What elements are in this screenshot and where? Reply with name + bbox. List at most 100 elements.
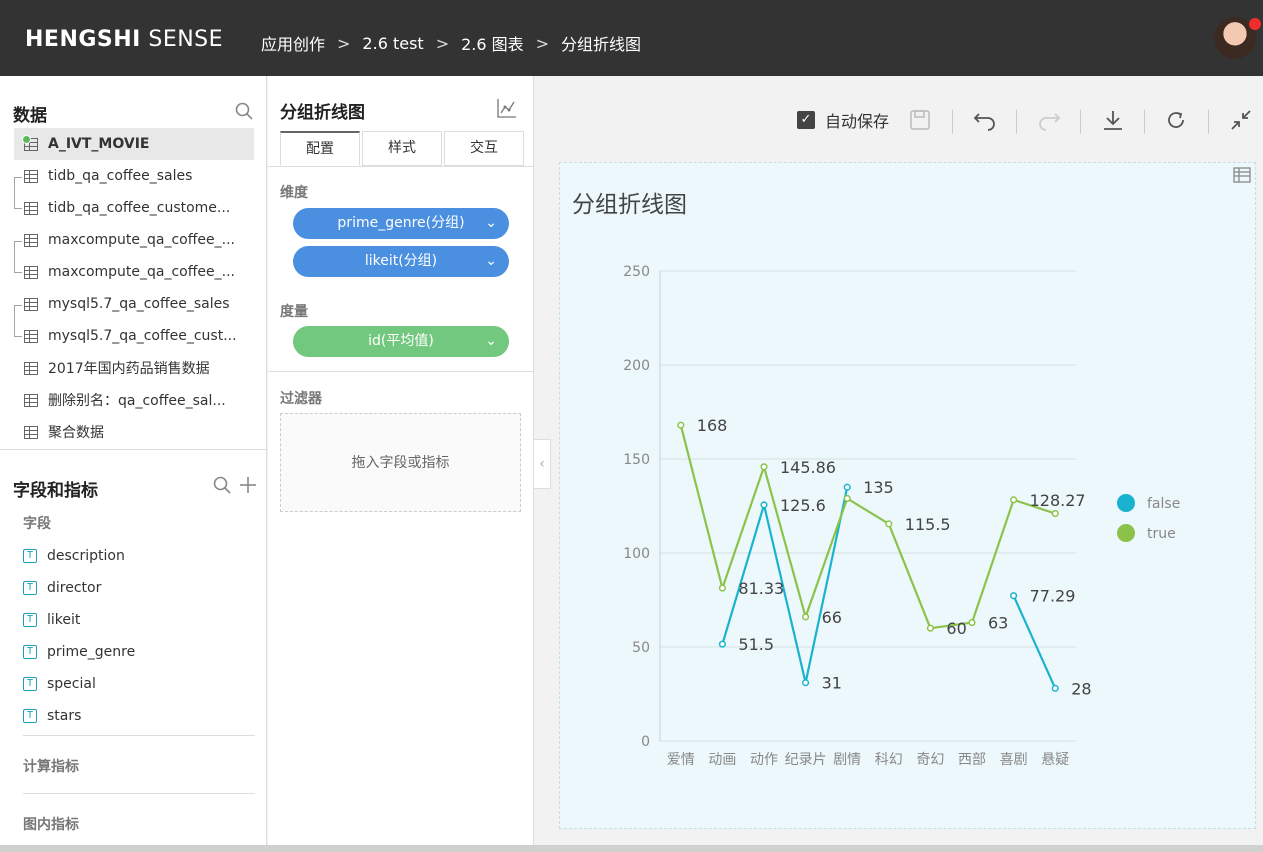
table-icon: [24, 233, 38, 247]
field-item[interactable]: Tdirector: [23, 580, 101, 596]
breadcrumb: 应用创作 > 2.6 test > 2.6 图表 > 分组折线图: [261, 31, 641, 55]
datasource-label: 2017年国内药品销售数据: [48, 361, 210, 377]
data-label: 125.6: [780, 496, 826, 515]
y-tick-label: 100: [623, 546, 650, 562]
notification-dot: [1249, 18, 1261, 30]
field-label: stars: [47, 708, 82, 724]
measure-pill[interactable]: id(平均值) ⌄: [293, 326, 509, 357]
data-point-true: [802, 613, 810, 621]
data-point-true: [968, 619, 976, 627]
datasource-item[interactable]: maxcompute_qa_coffee_...: [14, 256, 254, 288]
x-tick-label: 奇幻: [916, 751, 944, 768]
legend-marker-true: [1117, 524, 1135, 542]
data-point-true: [926, 624, 934, 632]
datasource-item[interactable]: tidb_qa_coffee_custome...: [14, 192, 254, 224]
collapse-panel-button[interactable]: ‹: [534, 439, 551, 489]
y-tick-label: 250: [623, 264, 650, 280]
chevron-down-icon[interactable]: ⌄: [485, 246, 497, 277]
field-item[interactable]: Tstars: [23, 708, 81, 724]
collapse-icon[interactable]: [1230, 106, 1252, 134]
dimension-pill-label: likeit(分组): [364, 253, 438, 269]
autosave-toggle[interactable]: ✓ 自动保存: [797, 106, 889, 134]
chevron-down-icon[interactable]: ⌄: [485, 326, 497, 357]
x-tick-label: 纪录片: [785, 752, 827, 768]
table-icon: [24, 201, 38, 215]
datasource-item[interactable]: mysql5.7_qa_coffee_sales: [14, 288, 254, 320]
legend-marker-false: [1117, 494, 1135, 512]
chart-toolbar: ✓ 自动保存: [560, 96, 1263, 144]
dimension-pill[interactable]: likeit(分组) ⌄: [293, 246, 509, 277]
field-item[interactable]: Tspecial: [23, 676, 96, 692]
download-icon[interactable]: [1102, 106, 1124, 134]
data-label: 66: [822, 608, 842, 627]
data-label: 128.27: [1030, 491, 1086, 510]
checkbox-checked-icon[interactable]: ✓: [797, 111, 815, 129]
app-logo[interactable]: HENGSHI SENSE: [25, 27, 223, 52]
datasource-label: tidb_qa_coffee_sales: [48, 168, 193, 184]
inchart-metrics-title[interactable]: 图内指标: [23, 814, 79, 834]
x-tick-label: 悬疑: [1041, 752, 1069, 768]
datasource-item[interactable]: A_IVT_MOVIE: [14, 128, 254, 160]
data-label: 77.29: [1030, 587, 1076, 606]
chart-card[interactable]: 分组折线图 0 50 100 150 200 250 爱情 动画 动作 纪录片 剧情 科幻 奇幻 西部 喜剧…: [559, 162, 1256, 829]
datasource-label: tidb_qa_coffee_custome...: [48, 200, 231, 216]
field-item[interactable]: Tprime_genre: [23, 644, 135, 660]
datasource-label: maxcompute_qa_coffee_...: [48, 264, 235, 280]
toolbar-divider: [952, 110, 953, 134]
data-point-true: [760, 463, 768, 471]
datasource-item[interactable]: 聚合数据: [14, 416, 254, 448]
tab-style[interactable]: 样式: [362, 131, 442, 166]
tab-config[interactable]: 配置: [280, 131, 360, 166]
filter-drop-zone[interactable]: 拖入字段或指标: [280, 413, 521, 512]
toolbar-divider: [1144, 110, 1145, 134]
data-point-true: [1051, 509, 1059, 518]
section-divider: [268, 371, 534, 372]
chart-type-icon[interactable]: [496, 97, 518, 119]
data-label: 28: [1071, 679, 1091, 698]
search-icon[interactable]: [212, 475, 232, 495]
field-item[interactable]: Tlikeit: [23, 612, 80, 628]
section-divider: [23, 793, 255, 794]
field-label: prime_genre: [47, 644, 136, 660]
breadcrumb-separator: >: [337, 33, 351, 53]
save-icon[interactable]: [909, 106, 931, 134]
filter-label: 过滤器: [280, 391, 322, 407]
data-point-false: [802, 679, 810, 687]
breadcrumb-item[interactable]: 应用创作: [261, 31, 325, 55]
field-label: special: [47, 676, 96, 692]
calc-metrics-title[interactable]: 计算指标: [23, 756, 79, 776]
section-divider: [23, 735, 255, 736]
text-type-icon: T: [23, 581, 37, 595]
refresh-icon[interactable]: [1165, 106, 1187, 134]
field-item[interactable]: Tdescription: [23, 548, 125, 564]
add-icon[interactable]: [238, 475, 258, 495]
undo-icon[interactable]: [973, 106, 997, 134]
horizontal-scrollbar[interactable]: [0, 845, 1263, 852]
datasource-item[interactable]: 删除别名：qa_coffee_sal...: [14, 384, 254, 416]
line-chart[interactable]: 0 50 100 150 200 250 爱情 动画 动作 纪录片 剧情 科幻 奇幻 西部 喜剧 悬疑 168 5…: [560, 163, 1257, 830]
breadcrumb-item[interactable]: 2.6 图表: [461, 31, 524, 55]
measure-pill-label: id(平均值): [368, 333, 434, 349]
breadcrumb-separator: >: [535, 33, 550, 53]
datasource-item[interactable]: mysql5.7_qa_coffee_cust...: [14, 320, 254, 352]
tab-interaction[interactable]: 交互: [444, 131, 524, 166]
data-label: 51.5: [738, 635, 774, 654]
datasource-item[interactable]: tidb_qa_coffee_sales: [14, 160, 254, 192]
table-icon: [24, 169, 38, 183]
data-point-true: [843, 494, 851, 503]
text-type-icon: T: [23, 677, 37, 691]
field-label: director: [47, 580, 102, 596]
datasource-item[interactable]: maxcompute_qa_coffee_...: [14, 224, 254, 256]
top-bar: HENGSHI SENSE 应用创作 > 2.6 test > 2.6 图表 >…: [0, 0, 1263, 76]
y-tick-label: 50: [632, 640, 650, 656]
breadcrumb-item[interactable]: 2.6 test: [362, 34, 423, 53]
dimension-pill[interactable]: prime_genre(分组) ⌄: [293, 208, 509, 239]
datasource-label: A_IVT_MOVIE: [48, 136, 150, 152]
search-icon[interactable]: [234, 101, 254, 121]
autosave-label: 自动保存: [825, 112, 890, 131]
table-icon: [24, 329, 38, 343]
datasource-label: 聚合数据: [48, 425, 104, 441]
datasource-item[interactable]: 2017年国内药品销售数据: [14, 352, 254, 384]
chevron-down-icon[interactable]: ⌄: [485, 208, 497, 239]
redo-icon[interactable]: [1037, 106, 1061, 134]
